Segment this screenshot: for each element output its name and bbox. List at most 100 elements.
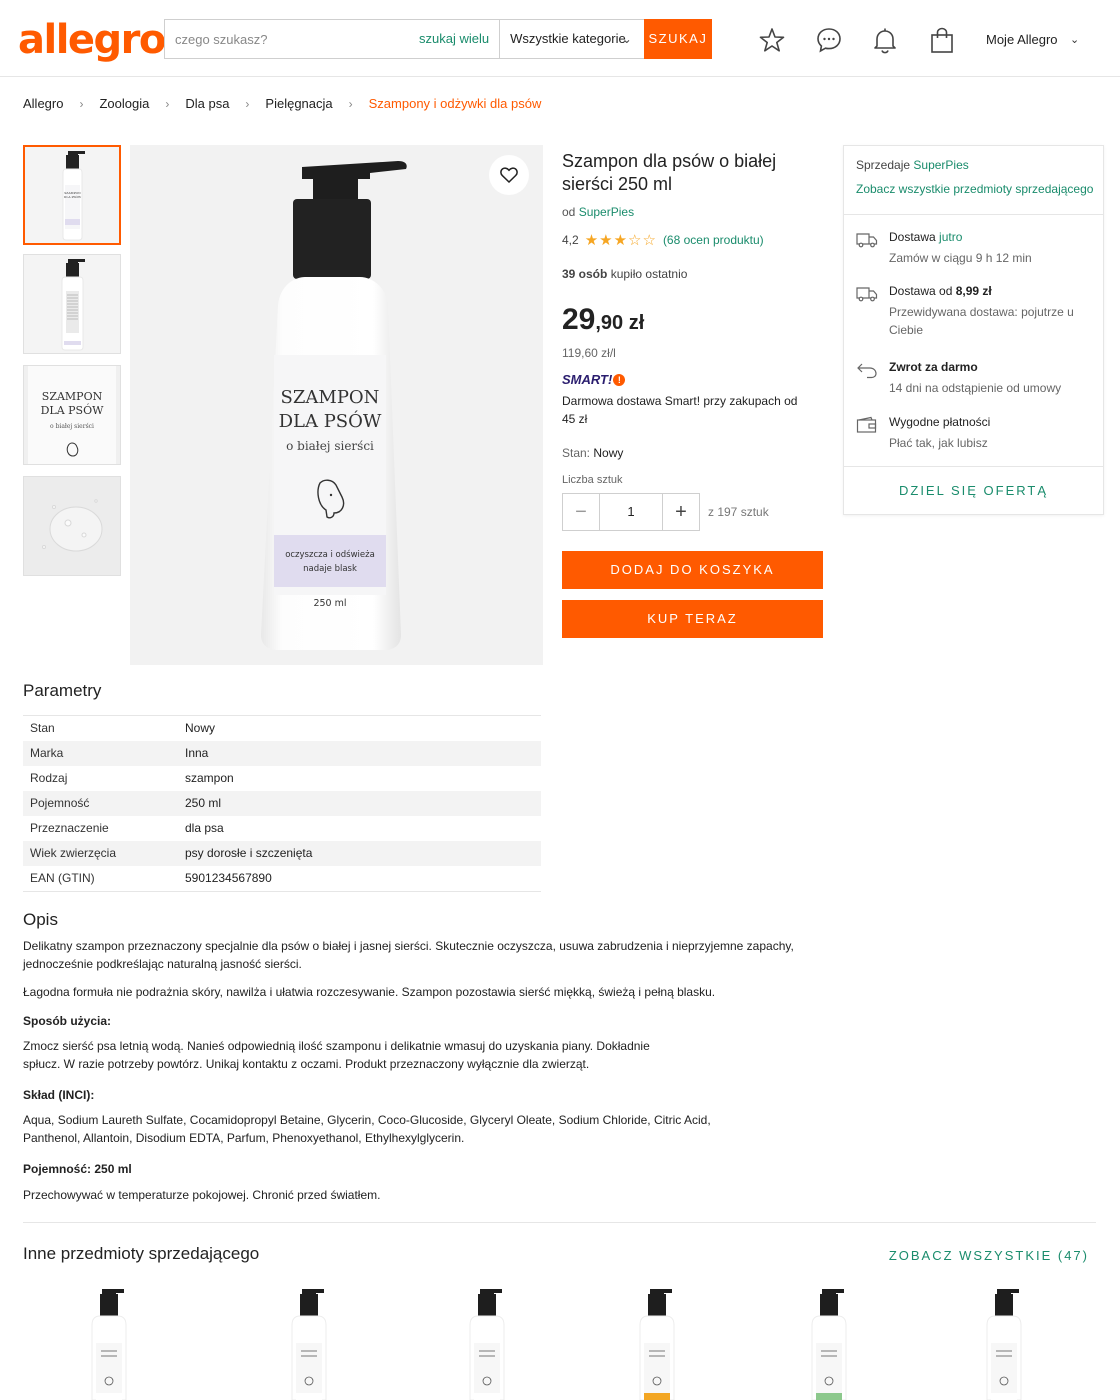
reviews-link[interactable]: (68 ocen produktu) <box>663 233 764 247</box>
search-button[interactable]: SZUKAJ <box>643 19 712 59</box>
delivery-accent: jutro <box>939 230 963 244</box>
breadcrumb: Allegro › Zoologia › Dla psa › Pielęgnac… <box>23 96 541 111</box>
product-price: 29,90 zł <box>562 303 644 337</box>
quantity-input[interactable] <box>600 494 662 530</box>
table-row: Rodzaj szampon <box>23 766 541 791</box>
param-value: 5901234567890 <box>185 871 272 885</box>
volume-heading: Pojemność: 250 ml <box>23 1162 132 1176</box>
product-card[interactable] <box>280 1285 340 1400</box>
allegro-logo[interactable]: allegro <box>18 20 166 60</box>
unit-price: 119,60 zł/l <box>562 346 616 360</box>
star-icon[interactable] <box>758 26 786 54</box>
chevron-right-icon: › <box>245 96 250 111</box>
truck-icon <box>856 233 878 248</box>
bottle-label-title-2: DLA PSÓW <box>279 409 382 432</box>
param-value: Nowy <box>185 721 216 735</box>
svg-text:o białej sierści: o białej sierści <box>50 423 94 430</box>
bottle-label-subtitle: o białej sierści <box>286 439 374 453</box>
delivery-subtitle: Przewidywana dostawa: pojutrze u Ciebie <box>889 305 1074 337</box>
product-card[interactable] <box>975 1285 1035 1400</box>
param-key: EAN (GTIN) <box>30 871 95 885</box>
breadcrumb-current[interactable]: Szampony i odżywki dla psów <box>369 96 542 111</box>
quantity-stepper: − + <box>562 493 700 531</box>
search-input[interactable] <box>165 20 419 58</box>
bought-text: kupiło ostatnio <box>610 267 688 281</box>
bell-icon[interactable] <box>871 26 899 54</box>
delivery-subtitle: Zamów w ciągu 9 h 12 min <box>889 251 1032 265</box>
product-texture-image <box>24 477 120 575</box>
inci-text: Aqua, Sodium Laureth Sulfate, Cocamidopr… <box>23 1113 711 1145</box>
table-row: Pojemność 250 ml <box>23 791 541 816</box>
chevron-right-icon: › <box>348 96 353 111</box>
product-card[interactable] <box>800 1285 860 1400</box>
seller-link[interactable]: SuperPies <box>579 205 634 219</box>
info-icon[interactable]: ! <box>613 374 626 386</box>
sold-by: Sprzedaje SuperPies <box>856 158 969 172</box>
gallery-thumbnail[interactable] <box>23 254 121 354</box>
product-card[interactable] <box>628 1285 688 1400</box>
product-card[interactable] <box>80 1285 140 1400</box>
description-title: Opis <box>23 910 58 929</box>
inci-heading: Skład (INCI): <box>23 1088 95 1102</box>
truck-icon <box>856 287 878 302</box>
main-product-image[interactable]: SZAMPON DLA PSÓW o białej sierści oczysz… <box>130 145 543 665</box>
product-bottle-image <box>639 1289 675 1400</box>
category-select-label: Wszystkie kategorie <box>510 31 626 46</box>
product-seller: od SuperPies <box>562 205 634 219</box>
product-bottle-image <box>986 1289 1022 1400</box>
buy-now-button[interactable]: KUP TERAZ <box>562 600 823 638</box>
quantity-decrease-button[interactable]: − <box>563 494 600 530</box>
price-fraction: ,90 zł <box>595 312 645 334</box>
other-items-title: Inne przedmioty sprzedającego <box>23 1244 260 1263</box>
breadcrumb-item[interactable]: Allegro <box>23 96 63 111</box>
search-many-link[interactable]: szukaj wielu <box>419 20 499 58</box>
gallery-thumbnail[interactable] <box>23 476 121 576</box>
return-icon <box>857 363 877 379</box>
param-value: szampon <box>185 771 234 785</box>
param-value: Inna <box>185 746 209 760</box>
search-bar: szukaj wielu Wszystkie kategorie ⌄ SZUKA… <box>164 19 712 59</box>
chevron-right-icon: › <box>79 96 84 111</box>
product-bottle-image <box>469 1289 505 1400</box>
quantity-label: Liczba sztuk <box>562 474 623 486</box>
chevron-down-icon[interactable]: ⌄ <box>1070 33 1079 46</box>
breadcrumb-item[interactable]: Zoologia <box>99 96 149 111</box>
add-to-favorites-button[interactable] <box>489 155 529 195</box>
params-title: Parametry <box>23 681 102 700</box>
smart-info: Darmowa dostawa Smart! przy zakupach od … <box>562 394 798 426</box>
chevron-right-icon: › <box>165 96 170 111</box>
smart-badge: SMART!! <box>562 372 626 387</box>
description-paragraph: Delikatny szampon przeznaczony specjalni… <box>23 939 794 971</box>
add-to-cart-button[interactable]: DODAJ DO KOSZYKA <box>562 551 823 589</box>
product-bottle-image <box>91 1289 127 1400</box>
bag-icon[interactable] <box>928 26 956 54</box>
gallery-thumbnail[interactable]: SZAMPON DLA PSÓW o białej sierści <box>23 365 121 465</box>
return-subtitle: 14 dni na odstąpienie od umowy <box>889 381 1062 395</box>
breadcrumb-item[interactable]: Dla psa <box>185 96 229 111</box>
see-all-link[interactable]: ZOBACZ WSZYSTKIE (47) <box>889 1248 1089 1263</box>
chat-icon[interactable] <box>815 26 843 54</box>
usage-text: Zmocz sierść psa letnią wodą. Nanieś odp… <box>23 1039 650 1071</box>
param-key: Przeznaczenie <box>30 821 109 835</box>
description-paragraph: Łagodna formuła nie podrażnia skóry, naw… <box>23 985 716 999</box>
svg-text:DLA PSÓW: DLA PSÓW <box>41 403 105 417</box>
seller-link[interactable]: SuperPies <box>913 158 968 172</box>
divider <box>23 1222 1096 1223</box>
product-bottle-image: SZAMPON DLA PSÓW o białej sierści oczysz… <box>130 145 543 665</box>
product-card[interactable] <box>458 1285 518 1400</box>
top-header: allegro szukaj wielu Wszystkie kategorie… <box>0 0 1120 77</box>
seller-all-items-link[interactable]: Zobacz wszystkie przedmioty sprzedająceg… <box>856 182 1093 196</box>
divider <box>844 466 1103 467</box>
share-offer-button[interactable]: DZIEL SIĘ OFERTĄ <box>844 483 1103 498</box>
category-select[interactable]: Wszystkie kategorie ⌄ <box>499 20 644 58</box>
bottle-label-claim: oczyszcza i odświeża <box>285 549 375 560</box>
account-menu[interactable]: Moje Allegro <box>986 32 1058 47</box>
wallet-icon <box>856 416 877 433</box>
breadcrumb-item[interactable]: Pielęgnacja <box>265 96 332 111</box>
chevron-down-icon: ⌄ <box>621 32 632 46</box>
product-title: Szampon dla psów o białej sierści 250 ml <box>562 151 777 194</box>
quantity-increase-button[interactable]: + <box>662 494 699 530</box>
smart-label: SMART! <box>562 372 613 387</box>
gallery-thumbnail[interactable]: SZAMPON DLA PSÓW <box>23 145 121 245</box>
table-row: EAN (GTIN) 5901234567890 <box>23 866 541 891</box>
